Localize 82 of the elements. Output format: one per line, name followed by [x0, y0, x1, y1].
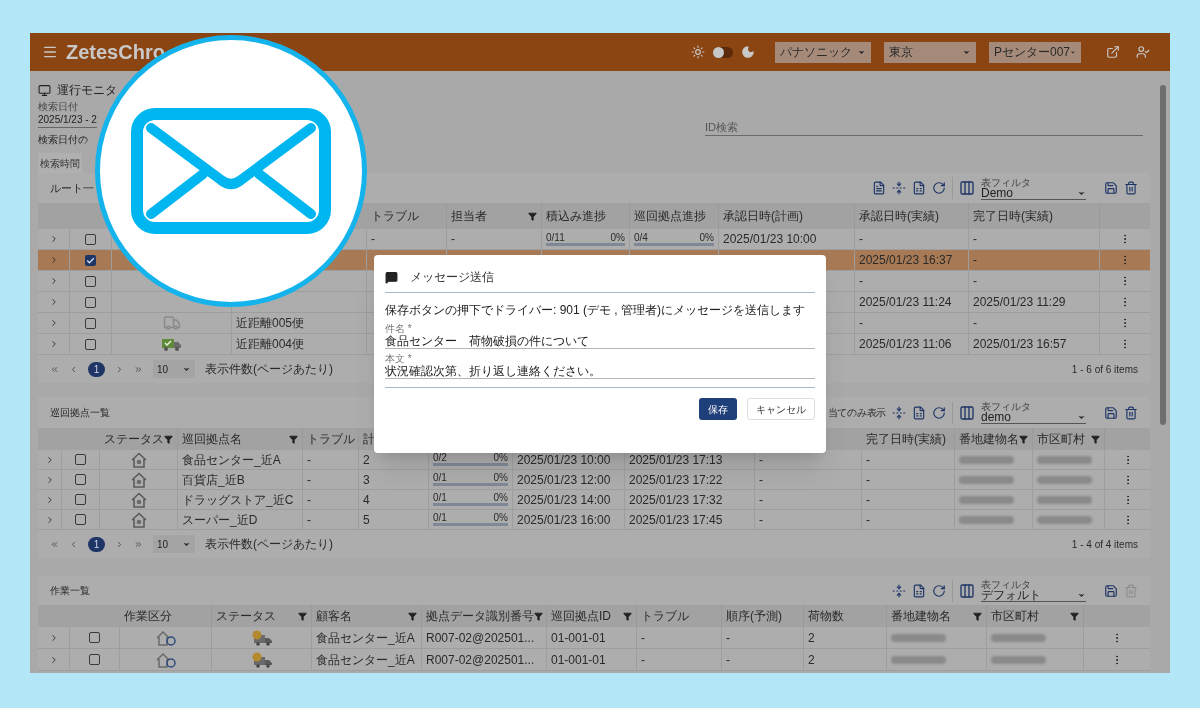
table-cell-text: 2025/01/23 10:00 — [723, 231, 817, 248]
table-cell-text: - — [759, 491, 763, 509]
table-cell-text: - — [641, 629, 645, 647]
table-cell-text: - — [859, 273, 863, 290]
item-count: 1 - 6 of 6 items — [1071, 362, 1138, 377]
table-cell-text: - — [307, 471, 311, 489]
table-cell-text: - — [973, 231, 977, 248]
table-cell-text: 2025/01/23 17:22 — [629, 471, 723, 489]
table-cell-text: - — [866, 491, 870, 509]
table-cell-text: 01-001-01 — [551, 629, 606, 647]
table-cell-text: 2025/01/23 17:13 — [629, 451, 723, 469]
progress-percent: 0% — [493, 453, 508, 463]
table-cell-text: - — [866, 511, 870, 529]
table-cell-text: - — [973, 273, 977, 290]
table-cell-text: 2 — [363, 451, 370, 469]
progress-percent: 0% — [493, 473, 508, 483]
date-hint: 検索日付の — [38, 133, 88, 147]
table-cell-text: - — [859, 315, 863, 332]
table-cell-text: 2 — [808, 651, 815, 669]
table-cell-text: 2 — [808, 629, 815, 647]
section-title: 作業一覧 — [50, 584, 90, 598]
table-cell-text: 3 — [363, 471, 370, 489]
table-cell-text: - — [973, 315, 977, 332]
table-cell-text: 2025/01/23 12:00 — [517, 471, 611, 489]
progress-count: 0/1 — [433, 513, 447, 523]
progress-count: 0/11 — [546, 232, 565, 243]
progress-count: 0/1 — [433, 493, 447, 503]
table-cell-text: - — [866, 451, 870, 469]
progress-count: 0/4 — [634, 232, 648, 243]
table-cell-text: 食品センター_近A — [316, 651, 415, 669]
table-cell-text: 2025/01/23 11:06 — [859, 336, 952, 353]
table-cell-text: 4 — [363, 491, 370, 509]
table-cell-text: - — [973, 252, 977, 269]
table-cell-text: 百貨店_近B — [182, 471, 245, 489]
app-title: ZetesChro — [66, 40, 165, 65]
table-cell-text: 食品センター_近A — [316, 629, 415, 647]
table-cell-text: - — [726, 629, 730, 647]
table-cell-text: 2025/01/23 16:37 — [859, 252, 953, 269]
section-title: ルート一 — [50, 180, 94, 196]
table-cell-text: - — [307, 511, 311, 529]
date-label: 検索日付 — [38, 101, 78, 112]
table-cell-text: - — [759, 451, 763, 469]
table-cell-text: 2025/01/23 14:00 — [517, 491, 611, 509]
table-cell-text: 2025/01/23 17:45 — [629, 511, 723, 529]
table-cell-text: - — [859, 231, 863, 248]
table-cell-text: 2025/01/23 17:32 — [629, 491, 723, 509]
table-cell-text: - — [759, 511, 763, 529]
page-title: 運行モニタ — [57, 82, 117, 99]
table-cell-text: 2025/01/23 16:00 — [517, 511, 611, 529]
progress-count: 0/2 — [433, 453, 447, 463]
table-cell-text: 01-001-01 — [551, 651, 606, 669]
table-cell-text: - — [307, 451, 311, 469]
table-cell-text: - — [726, 651, 730, 669]
table-cell-text: スーパー_近D — [182, 511, 258, 529]
table-cell-text: 5 — [363, 511, 370, 529]
table-cell-text: ドラッグストア_近C — [182, 491, 294, 509]
progress-percent: 0% — [493, 493, 508, 503]
table-cell-text: 2025/01/23 10:00 — [517, 451, 611, 469]
progress-count: 0/1 — [433, 473, 447, 483]
page-size-label: 表示件数(ページあたり) — [205, 361, 333, 378]
table-cell-text: - — [371, 231, 375, 248]
table-cell-text: R007-02@202501... — [426, 629, 535, 647]
table-cell-text: R007-02@202501... — [426, 651, 535, 669]
table-cell-text: 近距離005便 — [236, 315, 305, 332]
progress-percent: 0% — [699, 232, 714, 243]
item-count: 1 - 4 of 4 items — [1071, 537, 1138, 552]
table-cell-text: 2025/01/23 16:57 — [973, 336, 1067, 353]
dialog-title: メッセージ送信 — [410, 269, 494, 286]
table-cell-text: - — [759, 471, 763, 489]
table-cell-text: - — [866, 471, 870, 489]
table-cell-text: 食品センター_近A — [182, 451, 281, 469]
table-cell-text: - — [451, 231, 455, 248]
progress-percent: 0% — [610, 232, 625, 243]
table-cell-text: 2025/01/23 11:24 — [859, 294, 952, 311]
table-cell-text: - — [307, 491, 311, 509]
table-cell-text: - — [641, 651, 645, 669]
dialog-message: 保存ボタンの押下でドライバー: 901 (デモ , 管理者)にメッセージを送信します — [385, 302, 807, 319]
page-size-label: 表示件数(ページあたり) — [205, 536, 333, 553]
section-title: 巡回拠点一覧 — [50, 406, 110, 420]
table-cell-text: 2025/01/23 11:29 — [973, 294, 1066, 311]
progress-percent: 0% — [493, 513, 508, 523]
table-cell-text: 近距離004便 — [236, 336, 305, 353]
